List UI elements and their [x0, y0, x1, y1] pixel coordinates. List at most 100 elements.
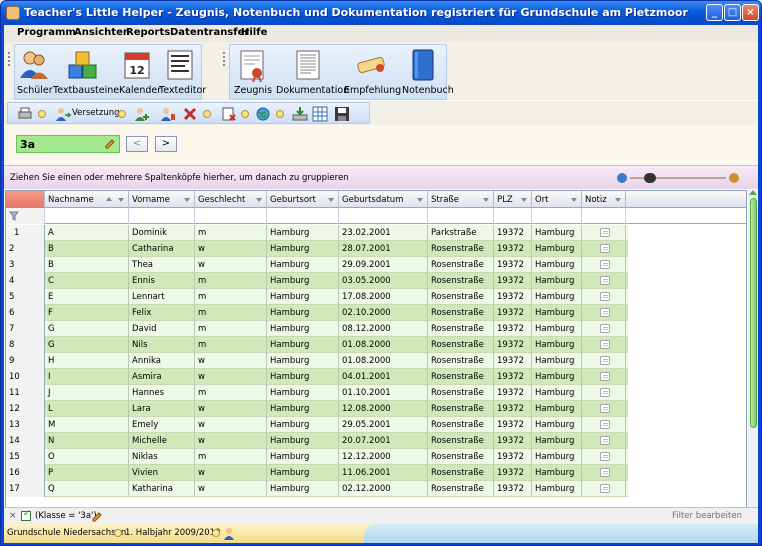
toolbar-grip[interactable]	[8, 52, 11, 68]
filter-geburtsdatum[interactable]	[339, 208, 428, 224]
table-row[interactable]: 9 H Annika w Hamburg 01.08.2000 Rosenstraße 193…	[6, 353, 628, 369]
table-row[interactable]: 4 C Ennis m Hamburg 03.05.2000 Rosenstraße 1937…	[6, 273, 628, 289]
col-ort[interactable]: Ort	[532, 191, 582, 208]
cell-row-number[interactable]: 2	[6, 241, 45, 257]
empfehlung-button[interactable]: Empfehlung	[344, 48, 401, 96]
filter-ort[interactable]	[532, 208, 582, 224]
menu-programm[interactable]: Programm	[17, 27, 76, 38]
table-row[interactable]: 11 J Hannes m Hamburg 01.10.2001 Rosenstraße 19…	[6, 385, 628, 401]
col-geburtsdatum[interactable]: Geburtsdatum	[339, 191, 428, 208]
delete-icon[interactable]	[182, 106, 198, 122]
col-notiz[interactable]: Notiz	[582, 191, 626, 208]
note-icon[interactable]	[600, 340, 610, 349]
col-geburtsort[interactable]: Geburtsort	[267, 191, 339, 208]
delete-document-icon[interactable]	[221, 106, 237, 122]
table-row[interactable]: 16 P Vivien w Hamburg 11.06.2001 Rosenstraße 19…	[6, 465, 628, 481]
filter-vorname[interactable]	[129, 208, 195, 224]
cell-notiz[interactable]	[582, 337, 626, 353]
cell-row-number[interactable]: 6	[6, 305, 45, 321]
print-icon[interactable]	[17, 106, 33, 122]
table-row[interactable]: 8 G Nils m Hamburg 01.08.2000 Rosenstraße 19372…	[6, 337, 628, 353]
save-icon[interactable]	[334, 106, 350, 122]
table-row[interactable]: 7 G David m Hamburg 08.12.2000 Rosenstraße 1937…	[6, 321, 628, 337]
cell-notiz[interactable]	[582, 401, 626, 417]
col-nachname[interactable]: Nachname	[45, 191, 129, 208]
note-icon[interactable]	[600, 388, 610, 397]
filter-strasse[interactable]	[428, 208, 494, 224]
note-icon[interactable]	[600, 484, 610, 493]
cell-row-number[interactable]: 4	[6, 273, 45, 289]
textbausteine-button[interactable]: Textbausteine	[53, 48, 119, 96]
table-row[interactable]: 10 I Asmira w Hamburg 04.01.2001 Rosenstraße 19…	[6, 369, 628, 385]
col-plz[interactable]: PLZ	[494, 191, 532, 208]
cell-row-number[interactable]: 16	[6, 465, 45, 481]
cell-notiz[interactable]	[582, 449, 626, 465]
zoom-slider[interactable]	[616, 172, 746, 184]
next-class-button[interactable]: >	[155, 136, 177, 152]
menu-datentransfer[interactable]: Datentransfer	[170, 27, 249, 38]
students-button[interactable]: Schüler	[17, 48, 53, 96]
cell-row-number[interactable]: 1	[6, 225, 45, 241]
cell-notiz[interactable]	[582, 321, 626, 337]
cell-notiz[interactable]	[582, 385, 626, 401]
cell-notiz[interactable]	[582, 481, 626, 497]
cell-row-number[interactable]: 3	[6, 257, 45, 273]
note-icon[interactable]	[600, 436, 610, 445]
vertical-scrollbar[interactable]	[748, 190, 758, 526]
edit-student-icon[interactable]	[160, 106, 176, 122]
edit-filter-link[interactable]: Filter bearbeiten	[672, 511, 742, 521]
table-row[interactable]: 17 Q Katharina w Hamburg 02.12.2000 Rosenstraß…	[6, 481, 628, 497]
cell-notiz[interactable]	[582, 273, 626, 289]
filter-row[interactable]	[6, 208, 746, 224]
note-icon[interactable]	[600, 356, 610, 365]
cell-row-number[interactable]: 8	[6, 337, 45, 353]
cell-row-number[interactable]: 12	[6, 401, 45, 417]
texteditor-button[interactable]: Texteditor	[159, 48, 206, 96]
prev-class-button[interactable]: <	[126, 136, 148, 152]
cell-notiz[interactable]	[582, 369, 626, 385]
filter-notiz[interactable]	[582, 208, 626, 224]
col-vorname[interactable]: Vorname	[129, 191, 195, 208]
filter-geschlecht[interactable]	[195, 208, 267, 224]
note-icon[interactable]	[600, 276, 610, 285]
table-row[interactable]: 1 A Dominik m Hamburg 23.02.2001 Parkstraße 193…	[6, 225, 628, 241]
calendar-button[interactable]: 12 Kalender	[119, 48, 161, 96]
add-student-icon[interactable]	[134, 106, 150, 122]
cell-row-number[interactable]: 7	[6, 321, 45, 337]
table-row[interactable]: 12 L Lara w Hamburg 12.08.2000 Rosenstraße 1937…	[6, 401, 628, 417]
table-row[interactable]: 14 N Michelle w Hamburg 20.07.2001 Rosenstraße…	[6, 433, 628, 449]
cell-row-number[interactable]: 9	[6, 353, 45, 369]
filter-enabled-checkbox[interactable]	[21, 509, 31, 521]
table-row[interactable]: 2 B Catharina w Hamburg 28.07.2001 Rosenstraße…	[6, 241, 628, 257]
cell-notiz[interactable]	[582, 417, 626, 433]
cell-notiz[interactable]	[582, 257, 626, 273]
dokumentation-button[interactable]: Dokumentation	[276, 48, 349, 96]
note-icon[interactable]	[600, 228, 610, 237]
cell-row-number[interactable]: 11	[6, 385, 45, 401]
toolbar-grip-2[interactable]	[223, 52, 226, 68]
filter-nachname[interactable]	[45, 208, 129, 224]
minimize-button[interactable]: _	[706, 4, 723, 21]
note-icon[interactable]	[600, 372, 610, 381]
cell-row-number[interactable]: 13	[6, 417, 45, 433]
note-icon[interactable]	[600, 452, 610, 461]
zeugnis-button[interactable]: Zeugnis	[234, 48, 272, 96]
filter-geburtsort[interactable]	[267, 208, 339, 224]
notenbuch-button[interactable]: Notenbuch	[402, 48, 454, 96]
table-row[interactable]: 15 O Niklas m Hamburg 12.12.2000 Rosenstraße 19…	[6, 449, 628, 465]
pencil-icon[interactable]	[91, 511, 103, 523]
menu-reports[interactable]: Reports	[126, 27, 170, 38]
col-strasse[interactable]: Straße	[428, 191, 494, 208]
cell-notiz[interactable]	[582, 433, 626, 449]
close-button[interactable]: ×	[742, 4, 759, 21]
globe-icon[interactable]	[255, 106, 271, 122]
table-icon[interactable]	[312, 106, 328, 122]
note-icon[interactable]	[600, 404, 610, 413]
note-icon[interactable]	[600, 420, 610, 429]
clear-filter-button[interactable]: ×	[9, 511, 17, 521]
cell-row-number[interactable]: 14	[6, 433, 45, 449]
versetzung-label[interactable]: Versetzung	[72, 108, 120, 118]
group-by-panel[interactable]: Ziehen Sie einen oder mehrere Spaltenköp…	[4, 165, 758, 189]
cell-notiz[interactable]	[582, 289, 626, 305]
title-bar[interactable]: Teacher's Little Helper - Zeugnis, Noten…	[1, 1, 761, 25]
